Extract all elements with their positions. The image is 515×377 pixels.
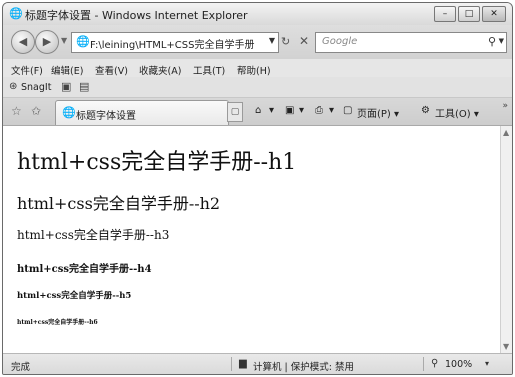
search-input[interactable]: Google — [322, 36, 357, 47]
address-input[interactable]: F:\leining\HTML+CSS完全自学手册 — [90, 36, 258, 51]
menu-edit[interactable]: 编辑(E) — [51, 63, 83, 77]
snagit-tool-icon[interactable]: ▤ — [79, 80, 89, 93]
recent-pages-dropdown-icon[interactable]: ▼ — [61, 36, 67, 45]
minimize-button[interactable]: – — [434, 6, 456, 22]
search-dropdown-icon[interactable]: ▼ — [499, 37, 504, 45]
zoom-dropdown-icon[interactable]: ▾ — [485, 359, 489, 368]
menu-tools[interactable]: 工具(T) — [193, 63, 225, 77]
window-controls: – □ ✕ — [434, 6, 506, 22]
add-favorites-icon[interactable]: ✩ — [31, 104, 41, 118]
address-bar[interactable]: 🌐 F:\leining\HTML+CSS完全自学手册 ▼ — [71, 32, 279, 53]
status-separator — [231, 357, 232, 371]
page-menu-button[interactable]: 页面(P) ▾ — [357, 105, 399, 120]
address-dropdown-icon[interactable]: ▼ — [269, 36, 275, 45]
zoom-icon[interactable]: ⚲ — [431, 358, 438, 369]
print-icon[interactable]: ⎙ — [315, 105, 323, 116]
print-dropdown-icon[interactable]: ▾ — [329, 105, 334, 116]
scroll-up-icon[interactable]: ▲ — [503, 128, 509, 137]
search-icon[interactable]: ⚲ — [488, 35, 496, 48]
page-content: html+css完全自学手册--h1 html+css完全自学手册--h2 ht… — [3, 126, 500, 353]
status-bar: 完成 ▆ 计算机 | 保护模式: 禁用 ⚲ 100% ▾ — [3, 353, 512, 374]
menu-view[interactable]: 查看(V) — [95, 63, 128, 77]
computer-zone-icon: ▆ — [239, 358, 247, 369]
zoom-level[interactable]: 100% — [445, 359, 472, 370]
search-box[interactable]: Google ⚲ ▼ — [315, 32, 507, 53]
heading-h6: html+css完全自学手册--h6 — [17, 319, 98, 326]
feeds-icon[interactable]: ▣ — [285, 105, 294, 116]
favorites-star-icon[interactable]: ☆ — [11, 104, 22, 118]
tab-title[interactable]: 标题字体设置 — [76, 107, 136, 122]
tab-active[interactable]: 🌐 标题字体设置 — [55, 100, 229, 125]
home-icon[interactable]: ⌂ — [255, 105, 261, 116]
tab-page-icon: 🌐 — [62, 106, 76, 119]
snagit-toolbar: ⊛ SnagIt ▣ ▤ — [3, 77, 512, 98]
status-text: 完成 — [11, 362, 31, 373]
scroll-down-icon[interactable]: ▼ — [503, 342, 509, 351]
snagit-icon[interactable]: ⊛ — [9, 81, 17, 92]
heading-h1: html+css完全自学手册--h1 — [17, 150, 297, 175]
ie-logo-icon: 🌐 — [9, 7, 23, 20]
heading-h4: html+css完全自学手册--h4 — [17, 264, 152, 275]
forward-button[interactable]: ▶ — [35, 30, 59, 54]
heading-h2: html+css完全自学手册--h2 — [17, 194, 221, 213]
page-menu-icon[interactable]: ▢ — [343, 105, 352, 116]
snagit-button[interactable]: SnagIt — [21, 82, 51, 93]
window-title: 标题字体设置 - Windows Internet Explorer — [25, 9, 248, 22]
title-bar: 🌐 标题字体设置 - Windows Internet Explorer – □… — [3, 3, 512, 25]
status-separator — [423, 357, 424, 371]
menu-help[interactable]: 帮助(H) — [237, 63, 271, 77]
snagit-capture-icon[interactable]: ▣ — [61, 80, 71, 93]
menu-file[interactable]: 文件(F) — [11, 63, 43, 77]
vertical-scrollbar[interactable]: ▲ ▼ — [500, 126, 512, 353]
back-button[interactable]: ◀ — [11, 30, 35, 54]
home-dropdown-icon[interactable]: ▾ — [269, 105, 274, 116]
tools-gear-icon[interactable]: ⚙ — [421, 105, 430, 116]
heading-h5: html+css完全自学手册--h5 — [17, 291, 132, 301]
close-button[interactable]: ✕ — [482, 6, 506, 22]
heading-h3: html+css完全自学手册--h3 — [17, 228, 170, 242]
page-icon: 🌐 — [76, 35, 90, 48]
address-row: ◀ ▶ ▼ 🌐 F:\leining\HTML+CSS完全自学手册 ▼ ↻ ✕ … — [3, 25, 512, 59]
security-zone[interactable]: 计算机 | 保护模式: 禁用 — [253, 359, 354, 373]
menu-bar: 文件(F) 编辑(E) 查看(V) 收藏夹(A) 工具(T) 帮助(H) — [3, 59, 512, 77]
tools-menu-button[interactable]: 工具(O) ▾ — [435, 105, 479, 120]
menu-favorites[interactable]: 收藏夹(A) — [139, 63, 181, 77]
toolbar-overflow-icon[interactable]: » — [502, 101, 508, 111]
refresh-icon[interactable]: ↻ — [281, 35, 290, 48]
maximize-button[interactable]: □ — [458, 6, 480, 22]
stop-icon[interactable]: ✕ — [299, 34, 309, 48]
browser-window: 🌐 标题字体设置 - Windows Internet Explorer – □… — [2, 2, 513, 375]
feeds-dropdown-icon[interactable]: ▾ — [299, 105, 304, 116]
new-tab-button[interactable]: ▢ — [227, 102, 243, 122]
tab-row: ☆ ✩ 🌐 标题字体设置 ▢ ⌂ ▾ ▣ ▾ ⎙ ▾ ▢ 页面(P) ▾ ⚙ 工… — [3, 98, 512, 126]
